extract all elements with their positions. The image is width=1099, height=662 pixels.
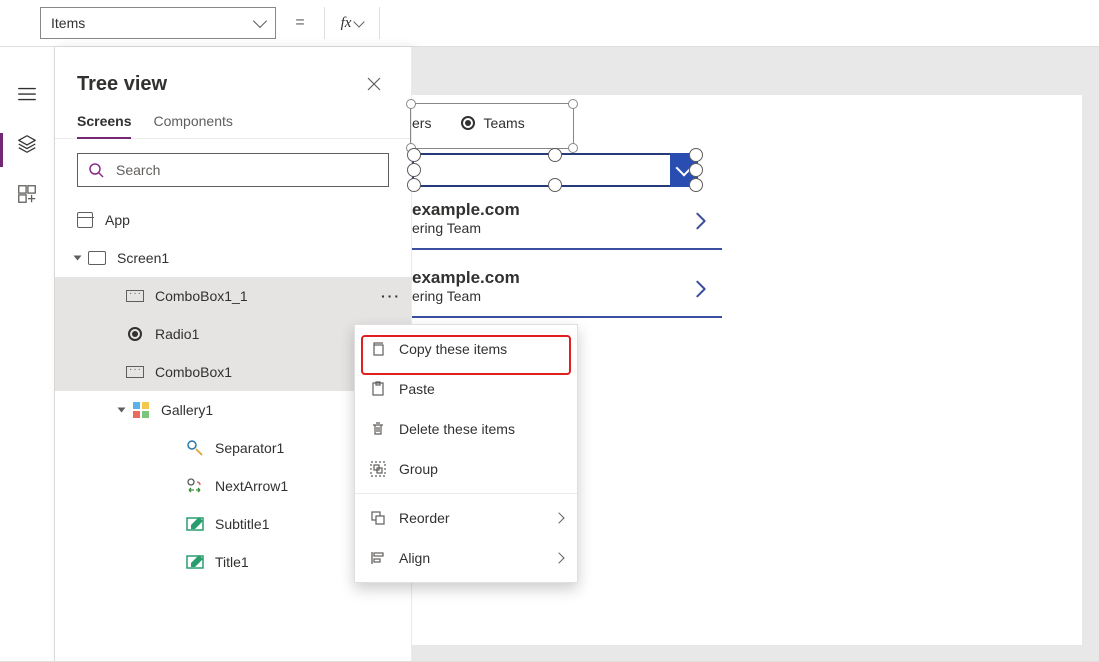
rail-active-indicator bbox=[0, 133, 3, 167]
tree-view-title: Tree view bbox=[77, 73, 167, 96]
chevron-right-icon bbox=[553, 512, 564, 523]
radio-icon[interactable] bbox=[461, 116, 475, 130]
gallery-item-subtitle: ering Team bbox=[412, 220, 722, 236]
resize-handle[interactable] bbox=[689, 163, 703, 177]
menu-separator bbox=[355, 493, 577, 494]
nextarrow-icon bbox=[185, 476, 205, 496]
tree-label: App bbox=[105, 212, 411, 228]
insert-grid-icon bbox=[16, 183, 38, 205]
next-arrow-icon[interactable] bbox=[690, 210, 712, 232]
formula-input[interactable] bbox=[394, 7, 1099, 39]
reorder-icon bbox=[369, 509, 387, 527]
label-icon bbox=[185, 514, 205, 534]
tab-components[interactable]: Components bbox=[153, 113, 232, 138]
close-icon bbox=[366, 76, 382, 92]
expand-toggle[interactable] bbox=[113, 402, 129, 418]
screen-icon bbox=[87, 248, 107, 268]
ctx-paste[interactable]: Paste bbox=[355, 369, 577, 409]
tree-label: ComboBox1_1 bbox=[155, 288, 371, 304]
ctx-reorder[interactable]: Reorder bbox=[355, 498, 577, 538]
property-dropdown[interactable]: Items bbox=[40, 7, 276, 39]
property-dropdown-value: Items bbox=[51, 15, 85, 31]
context-menu: Copy these items Paste Delete these item… bbox=[354, 324, 578, 583]
tree-search[interactable] bbox=[77, 153, 389, 187]
chevron-down-icon bbox=[354, 16, 365, 27]
resize-handle[interactable] bbox=[407, 163, 421, 177]
label-icon bbox=[185, 552, 205, 572]
ctx-label: Align bbox=[399, 550, 543, 566]
resize-handle[interactable] bbox=[407, 148, 421, 162]
resize-handle[interactable] bbox=[407, 178, 421, 192]
gallery-item[interactable]: example.com ering Team bbox=[412, 200, 722, 250]
tree-label: Screen1 bbox=[117, 250, 411, 266]
tree-node-screen1[interactable]: Screen1 bbox=[55, 239, 411, 277]
fx-icon: fx bbox=[341, 15, 352, 32]
rail-insert[interactable] bbox=[0, 169, 55, 219]
resize-handle[interactable] bbox=[548, 148, 562, 162]
ctx-delete[interactable]: Delete these items bbox=[355, 409, 577, 449]
canvas-radio-group[interactable]: ers Teams bbox=[412, 115, 525, 131]
gallery-item-title: example.com bbox=[412, 268, 722, 288]
align-icon bbox=[369, 549, 387, 567]
chevron-right-icon bbox=[553, 552, 564, 563]
radio-icon bbox=[125, 324, 145, 344]
delete-icon bbox=[369, 420, 387, 438]
app-icon bbox=[75, 210, 95, 230]
ctx-label: Delete these items bbox=[399, 421, 563, 437]
copy-icon bbox=[369, 340, 387, 358]
ctx-label: Paste bbox=[399, 381, 563, 397]
resize-handle[interactable] bbox=[689, 148, 703, 162]
hamburger-icon bbox=[16, 83, 38, 105]
layers-icon bbox=[16, 133, 38, 155]
tree-tabs: Screens Components bbox=[55, 99, 411, 139]
group-icon bbox=[369, 460, 387, 478]
formula-bar: Items = fx bbox=[0, 0, 1099, 47]
combobox-icon bbox=[125, 286, 145, 306]
combobox-icon bbox=[125, 362, 145, 382]
equals-sign: = bbox=[290, 14, 310, 32]
ctx-align[interactable]: Align bbox=[355, 538, 577, 578]
resize-handle[interactable] bbox=[689, 178, 703, 192]
rail-hamburger[interactable] bbox=[0, 69, 55, 119]
next-arrow-icon[interactable] bbox=[690, 278, 712, 300]
ctx-label: Copy these items bbox=[399, 341, 563, 357]
paste-icon bbox=[369, 380, 387, 398]
search-icon bbox=[88, 162, 104, 178]
more-icon: ··· bbox=[381, 288, 401, 304]
radio-option-teams: Teams bbox=[483, 115, 524, 131]
ctx-label: Group bbox=[399, 461, 563, 477]
tab-screens[interactable]: Screens bbox=[77, 113, 131, 139]
radio-option-partial: ers bbox=[412, 115, 431, 131]
separator-icon bbox=[185, 438, 205, 458]
ctx-label: Reorder bbox=[399, 510, 543, 526]
left-rail bbox=[0, 47, 55, 661]
tree-node-app[interactable]: App bbox=[55, 201, 411, 239]
gallery-item-subtitle: ering Team bbox=[412, 288, 722, 304]
gallery-item[interactable]: example.com ering Team bbox=[412, 268, 722, 318]
rail-treeview[interactable] bbox=[0, 119, 55, 169]
resize-handle[interactable] bbox=[548, 178, 562, 192]
tree-node-combobox1_1[interactable]: ComboBox1_1 ··· bbox=[55, 277, 411, 315]
gallery-icon bbox=[131, 400, 151, 420]
ctx-copy[interactable]: Copy these items bbox=[355, 329, 577, 369]
ctx-group[interactable]: Group bbox=[355, 449, 577, 489]
chevron-down-icon bbox=[253, 14, 267, 28]
gallery-item-title: example.com bbox=[412, 200, 722, 220]
search-input[interactable] bbox=[114, 161, 378, 179]
expand-toggle[interactable] bbox=[69, 250, 85, 266]
close-panel-button[interactable] bbox=[359, 69, 389, 99]
node-more-button[interactable]: ··· bbox=[371, 277, 411, 315]
canvas-combobox-selected[interactable] bbox=[412, 153, 698, 187]
fx-button[interactable]: fx bbox=[324, 7, 380, 39]
